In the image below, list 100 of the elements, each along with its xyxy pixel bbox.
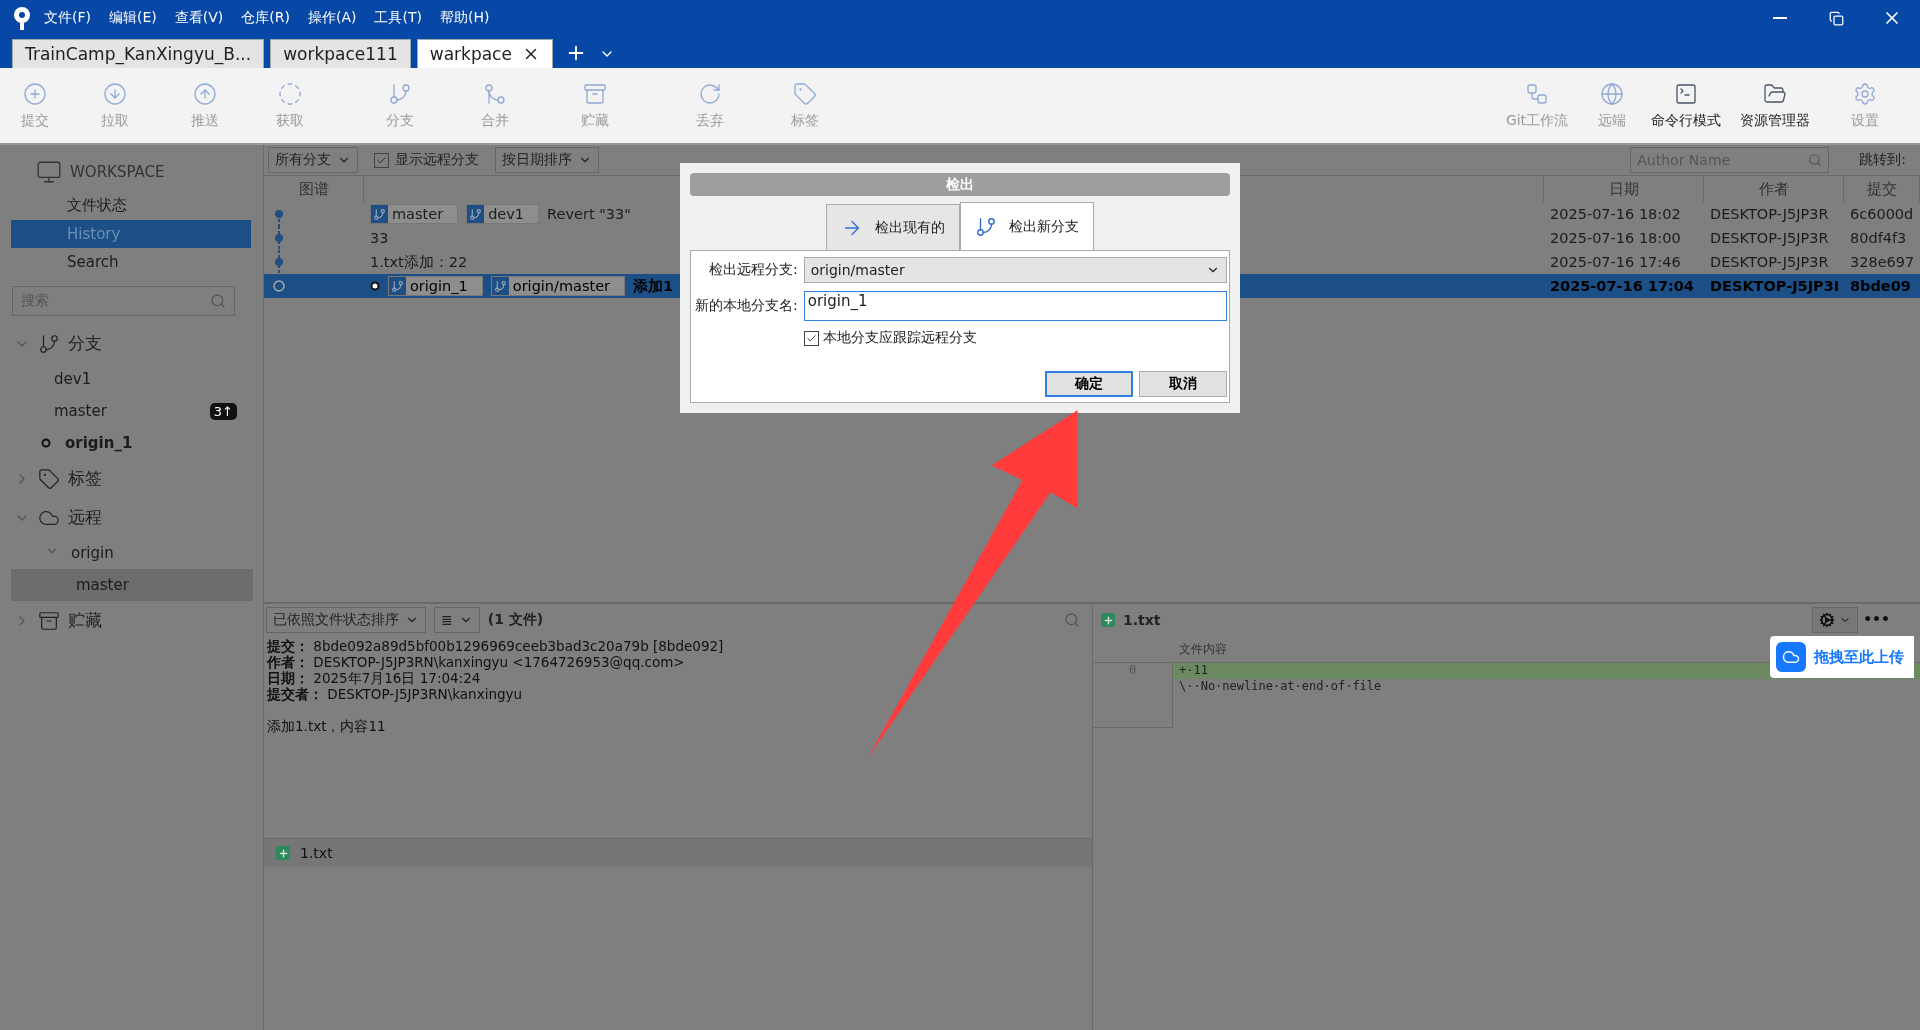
menu-item[interactable]: 文件(F): [44, 9, 91, 27]
tree-item[interactable]: origin_1: [11, 427, 253, 459]
merge-icon: [483, 81, 507, 106]
branch-label[interactable]: dev1: [466, 204, 540, 224]
column-header[interactable]: 作者: [1704, 176, 1844, 202]
repo-tab[interactable]: warkpace: [416, 39, 553, 68]
date-cell-text: 2025-07-16 17:46: [1549, 253, 1682, 272]
show-remote-checkbox[interactable]: 显示远程分支: [368, 148, 485, 172]
author-cell-text: DESKTOP-J5JP3R: [1709, 253, 1830, 272]
cancel-button[interactable]: 取消: [1139, 371, 1227, 397]
repo-tab[interactable]: TrainCamp_KanXingyu_B...: [12, 39, 265, 68]
column-header[interactable]: 提交: [1844, 176, 1920, 202]
sort-dropdown[interactable]: 按日期排序: [495, 147, 599, 173]
column-header[interactable]: 日期: [1544, 176, 1704, 202]
branch-icon: [469, 207, 483, 221]
added-file-icon: [276, 846, 290, 860]
author-cell: DESKTOP-J5JP3I: [1704, 274, 1844, 298]
settings-icon: [1853, 81, 1877, 106]
toolbar-button[interactable]: 命令行模式: [1642, 68, 1730, 143]
flow-icon: [1525, 81, 1549, 106]
menu-item[interactable]: 查看(V): [174, 9, 224, 27]
menu-item[interactable]: 仓库(R): [241, 9, 290, 27]
folder-icon: [1763, 81, 1787, 106]
settings-icon: [1819, 612, 1835, 628]
more-button[interactable]: •••: [1863, 611, 1890, 627]
cloud-icon: [1776, 642, 1806, 672]
branch-filter-dropdown[interactable]: 所有分支: [268, 147, 358, 173]
tree-item[interactable]: master: [11, 569, 253, 601]
commit-detail: 提交： 8bde092a89d5bf00b1296969ceeb3bad3c20a79b [8bde092]: [267, 638, 725, 654]
commit-message: 添加1.txt，内容11: [267, 718, 387, 734]
sidebar-section[interactable]: 贮藏: [0, 601, 263, 640]
sidebar-item[interactable]: Search: [11, 248, 251, 276]
search-icon[interactable]: [1064, 612, 1080, 628]
sidebar-item[interactable]: 文件状态: [11, 191, 251, 220]
box-icon: [38, 609, 60, 632]
date-cell: 2025-07-16 17:04: [1544, 274, 1704, 298]
ok-button[interactable]: 确定: [1045, 371, 1133, 397]
menu-item[interactable]: 工具(T): [374, 9, 422, 27]
section-label: 贮藏: [68, 609, 102, 632]
toolbar-button[interactable]: 资源管理器: [1730, 68, 1820, 143]
dialog-tab[interactable]: 检出新分支: [960, 202, 1094, 250]
file-name: 1.txt: [1123, 612, 1161, 628]
jump-label: 跳转到:: [1859, 151, 1906, 169]
track-checkbox[interactable]: 本地分支应跟踪远程分支: [803, 329, 1227, 347]
commit-detail: 日期： 2025年7月16日 17:04:24: [267, 670, 482, 686]
head-marker-icon: [370, 281, 380, 291]
settings-button[interactable]: [1812, 607, 1858, 633]
file-row[interactable]: 1.txt: [264, 838, 1092, 867]
date-cell-text: 2025-07-16 18:02: [1549, 205, 1682, 224]
tree-item[interactable]: origin: [11, 537, 253, 569]
current-branch-icon: [41, 438, 51, 448]
section-label: 分支: [68, 332, 102, 355]
sidebar-section[interactable]: 分支: [0, 324, 263, 363]
branch-icon: [373, 207, 386, 221]
field-label: 检出远程分支:: [708, 260, 798, 279]
remote-branch-dropdown[interactable]: origin/master: [803, 257, 1227, 283]
author-cell-text: DESKTOP-J5JP3R: [1709, 205, 1830, 224]
branch-label[interactable]: origin_1: [388, 276, 483, 296]
check-icon: [805, 332, 817, 344]
file-count: (1 文件): [487, 611, 544, 629]
branch-name-field[interactable]: origin_1: [803, 291, 1227, 321]
sidebar-item[interactable]: History: [11, 220, 251, 248]
dashed-circle-icon: [278, 81, 302, 106]
minimize-icon: [1773, 17, 1787, 19]
column-header[interactable]: 图谱: [264, 176, 364, 202]
search-icon: [1808, 153, 1823, 167]
upload-button[interactable]: 拖拽至此上传: [1770, 636, 1914, 678]
view-mode-dropdown[interactable]: ≣: [434, 607, 480, 633]
sidebar-section[interactable]: 远程: [0, 498, 263, 537]
repo-tab[interactable]: workpace111: [270, 39, 411, 68]
hash-cell: 8bde09: [1844, 274, 1920, 298]
branch-icon: [38, 332, 60, 355]
branch-label[interactable]: origin/master: [490, 276, 626, 296]
tag-icon: [38, 467, 60, 490]
tree-item[interactable]: master 3↑: [11, 395, 253, 427]
menu-item[interactable]: 帮助(H): [439, 9, 490, 27]
dialog-tab[interactable]: 检出现有的: [826, 204, 960, 250]
diff-line: \··No·newline·at·end·of·file: [1178, 679, 1383, 695]
monitor-icon: [36, 159, 62, 185]
dialog-title: 检出: [690, 173, 1230, 196]
tree-item[interactable]: dev1: [11, 363, 253, 395]
menu-item[interactable]: 编辑(E): [109, 9, 157, 27]
date-cell-text: 2025-07-16 18:00: [1549, 229, 1682, 248]
section-label: 远程: [68, 506, 102, 529]
tag-icon: [793, 81, 817, 106]
box-icon: [583, 81, 607, 106]
file-sort-dropdown[interactable]: 已依照文件状态排序: [266, 607, 426, 633]
commit-detail: 提交者： DESKTOP-J5JP3RN\kanxingyu: [267, 686, 524, 702]
branch-icon: [391, 279, 404, 293]
commit-message: Revert "33": [547, 206, 631, 222]
branch-icon: [975, 215, 997, 238]
ahead-count-badge: 3↑: [209, 402, 237, 420]
sidebar-section[interactable]: 标签: [0, 459, 263, 498]
branch-icon: [493, 279, 507, 293]
branch-icon: [388, 81, 412, 106]
search-icon: [210, 293, 226, 309]
commit-message: 33: [370, 230, 389, 246]
menu-item[interactable]: 操作(A): [307, 9, 357, 27]
commit-row-highlight[interactable]: [264, 274, 364, 298]
branch-label[interactable]: master: [370, 204, 459, 224]
